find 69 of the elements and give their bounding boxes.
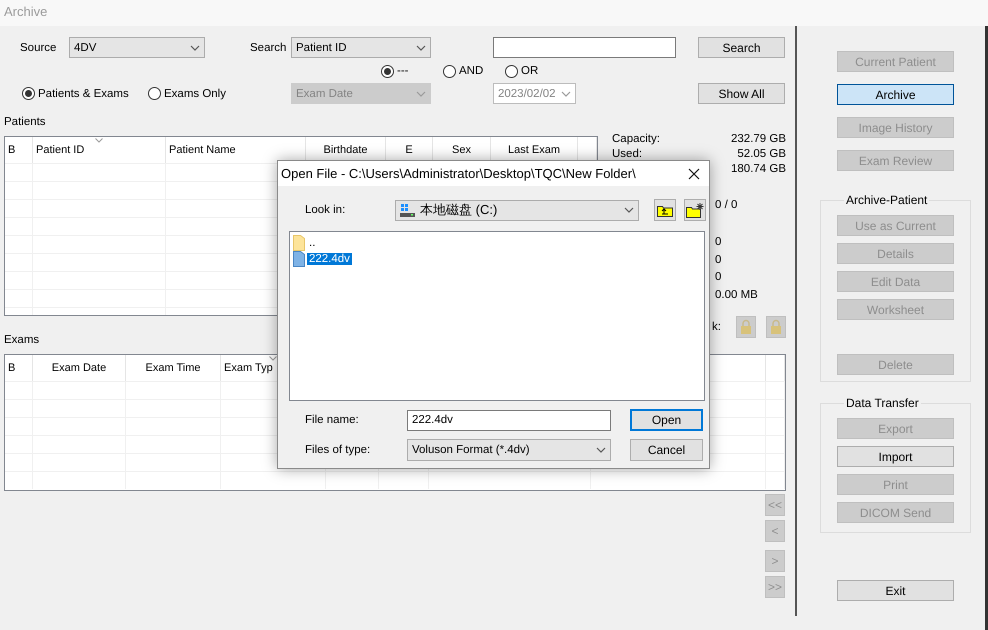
- source-label: Source: [20, 42, 58, 54]
- group-title: Archive-Patient: [845, 193, 928, 207]
- column-header[interactable]: Sex: [452, 144, 471, 156]
- stat-value: 52.05 GB: [737, 148, 786, 160]
- close-icon[interactable]: [688, 168, 700, 180]
- folder-up-button[interactable]: [654, 199, 676, 221]
- chevron-down-icon: [190, 44, 200, 50]
- radio-button[interactable]: ---: [381, 63, 443, 79]
- column-header[interactable]: B: [8, 362, 16, 374]
- file-type-dropdown[interactable]: Voluson Format (*.4dv): [407, 439, 611, 461]
- padlock-icon: [740, 318, 752, 334]
- chevron-down-icon: [624, 207, 634, 213]
- stat-value: 180.74 GB: [731, 162, 786, 174]
- dialog-title: Open File - C:\Users\Administrator\Desktop\TQC\New Folder\: [281, 166, 636, 181]
- stat-value: 0 / 0: [715, 198, 738, 211]
- cancel-button[interactable]: Cancel: [630, 439, 703, 461]
- radio-button[interactable]: AND: [443, 63, 505, 79]
- group-title: Data Transfer: [845, 396, 920, 410]
- column-header[interactable]: Exam Time: [145, 362, 200, 374]
- chevron-down-icon: [416, 44, 426, 50]
- stat-value: 0: [715, 254, 722, 266]
- source-dropdown[interactable]: 4DV: [69, 37, 205, 58]
- lock-label: k:: [712, 320, 721, 332]
- column-header[interactable]: B: [8, 144, 16, 156]
- chevron-down-icon: [416, 90, 426, 96]
- file-name-label: File name:: [305, 414, 360, 426]
- search-label: Search: [250, 42, 288, 54]
- folder-up-icon: [657, 204, 673, 216]
- radio-button[interactable]: Patients & Exams: [22, 83, 148, 104]
- look-in-label: Look in:: [305, 204, 346, 216]
- search-field-dropdown[interactable]: Patient ID: [291, 37, 431, 58]
- stat-value: 0.00 MB: [715, 288, 758, 301]
- radio-button[interactable]: Exams Only: [148, 83, 274, 104]
- file-type-label: Files of type:: [305, 444, 372, 456]
- column-header[interactable]: Last Exam: [508, 144, 560, 156]
- search-input[interactable]: [493, 37, 676, 58]
- column-header[interactable]: Exam Typ: [224, 362, 273, 374]
- stat-label: Capacity:: [612, 132, 660, 144]
- open-button[interactable]: Open: [630, 409, 703, 431]
- column-header[interactable]: Patient Name: [169, 144, 236, 156]
- window-title: Archive: [0, 0, 988, 26]
- show-all-button[interactable]: Show All: [698, 83, 785, 104]
- stat-value: 0: [715, 271, 722, 284]
- file-item[interactable]: 222.4dv: [307, 253, 352, 265]
- chevron-down-icon: [596, 447, 606, 453]
- column-header[interactable]: Exam Date: [52, 362, 106, 374]
- search-button[interactable]: Search: [698, 37, 785, 58]
- stat-label: Used:: [612, 148, 642, 160]
- look-in-dropdown[interactable]: 本地磁盘 (C:): [395, 200, 639, 220]
- new-folder-button[interactable]: [684, 199, 706, 221]
- file-name-input[interactable]: 222.4dv: [407, 410, 611, 430]
- file-icon: [293, 251, 305, 267]
- drive-icon: [400, 204, 415, 216]
- nav-button[interactable]: Archive: [837, 84, 954, 105]
- chevron-down-icon: [561, 90, 571, 96]
- action-button[interactable]: Import: [837, 446, 954, 467]
- column-header[interactable]: E: [405, 144, 413, 156]
- padlock-icon: [770, 318, 782, 334]
- file-item[interactable]: ..: [307, 237, 318, 249]
- stat-value: 232.79 GB: [731, 132, 786, 144]
- section-title: Exams: [3, 333, 40, 347]
- radio-button[interactable]: OR: [505, 63, 567, 79]
- column-header[interactable]: Birthdate: [323, 144, 368, 156]
- new-folder-icon: [686, 202, 704, 218]
- stat-value: 0: [715, 236, 722, 248]
- section-title: Patients: [3, 115, 47, 129]
- exit-button[interactable]: Exit: [837, 580, 954, 601]
- column-header[interactable]: Patient ID: [36, 144, 84, 156]
- folder-icon: [293, 235, 305, 251]
